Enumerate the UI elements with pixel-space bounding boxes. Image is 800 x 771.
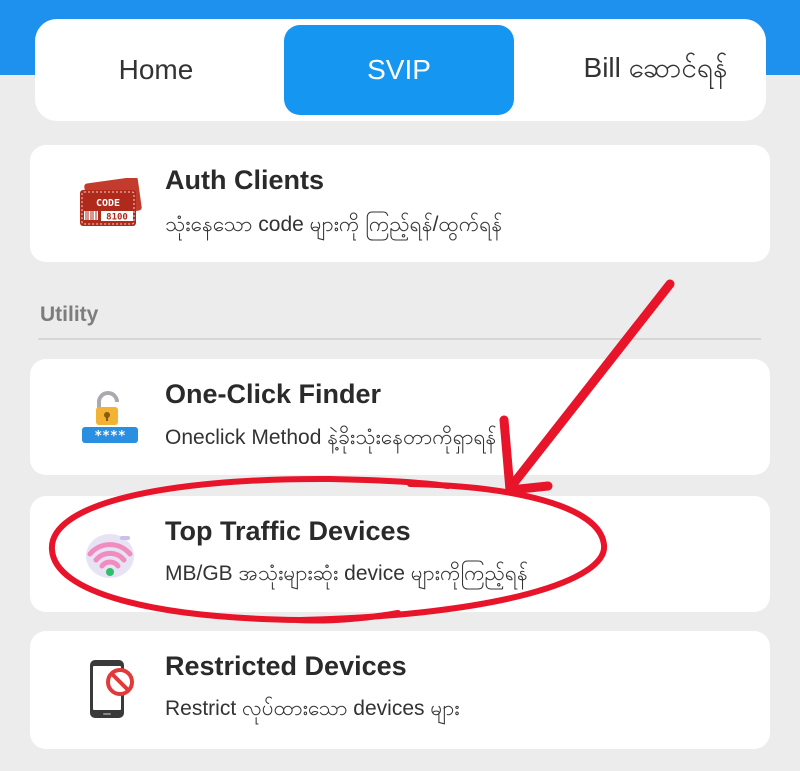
top-traffic-devices-title: Top Traffic Devices: [165, 516, 411, 546]
phone-blocked-icon: [60, 639, 160, 739]
section-divider: [38, 338, 761, 340]
code-ticket-icon: CODE 8100: [60, 153, 160, 253]
utility-section-label: Utility: [40, 303, 99, 326]
wifi-traffic-icon: [60, 504, 160, 604]
one-click-finder-subtitle: Oneclick Method နဲ့ခိုးသုံးနေတာကိုရှာရန်: [165, 426, 497, 449]
tab-bill-payment[interactable]: Bill ဆောင်ရန်: [545, 19, 766, 121]
top-traffic-devices-card[interactable]: Top Traffic Devices MB/GB အသုံးများဆုံး …: [30, 496, 770, 612]
padlock-password-icon: ****: [60, 367, 160, 467]
restricted-devices-card[interactable]: Restricted Devices Restrict လုပ်ထားသော d…: [30, 631, 770, 749]
restricted-devices-title: Restricted Devices: [165, 651, 407, 681]
auth-clients-title: Auth Clients: [165, 165, 324, 195]
restricted-devices-subtitle: Restrict လုပ်ထားသော devices များ: [165, 697, 460, 720]
tab-home[interactable]: Home: [75, 19, 237, 121]
tab-svip[interactable]: SVIP: [284, 25, 514, 115]
auth-clients-card[interactable]: CODE 8100 Auth Clients သုံးနေသော code မျ…: [30, 145, 770, 262]
one-click-finder-card[interactable]: **** One-Click Finder Oneclick Method နဲ…: [30, 359, 770, 475]
svg-text:8100: 8100: [106, 213, 128, 223]
auth-clients-subtitle: သုံးနေသော code များကို ကြည့်ရန်/ထွက်ရန်: [165, 213, 503, 236]
tab-bar: Home SVIP Bill ဆောင်ရန်: [35, 19, 766, 121]
top-traffic-devices-subtitle: MB/GB အသုံးများဆုံး device များကိုကြည့်ရ…: [165, 562, 528, 585]
svg-text:****: ****: [94, 429, 125, 444]
svg-text:CODE: CODE: [96, 198, 120, 209]
one-click-finder-title: One-Click Finder: [165, 379, 382, 409]
